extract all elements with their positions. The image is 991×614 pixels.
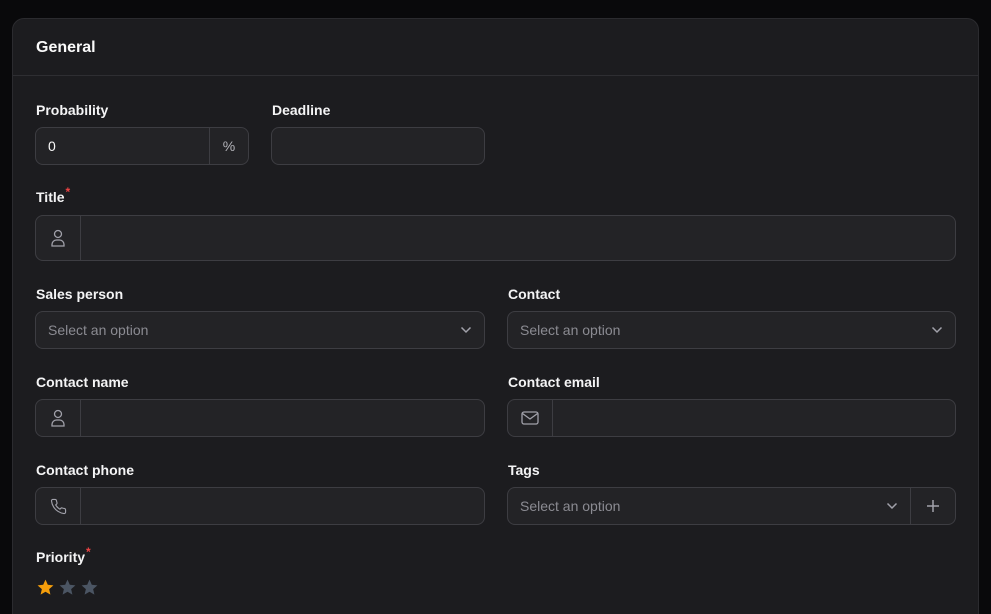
required-mark: * <box>65 185 71 199</box>
contact-select[interactable]: Select an option <box>507 311 956 349</box>
contact-email-field[interactable] <box>507 399 956 437</box>
required-mark: * <box>86 545 91 559</box>
priority-rating[interactable] <box>36 578 99 597</box>
section-title: General <box>36 39 96 56</box>
sales-person-select[interactable]: Select an option <box>35 311 485 349</box>
priority-label: Priority* <box>36 545 91 565</box>
title-label-text: Title <box>36 189 65 205</box>
star-icon[interactable] <box>36 578 55 597</box>
plus-icon <box>927 500 939 512</box>
deadline-label: Deadline <box>272 102 331 118</box>
title-field[interactable] <box>35 215 956 261</box>
contact-label: Contact <box>508 286 561 302</box>
user-icon <box>36 400 81 436</box>
deadline-field[interactable] <box>271 127 485 165</box>
chevron-down-icon[interactable] <box>874 488 910 524</box>
tags-label: Tags <box>508 462 540 478</box>
probability-label: Probability <box>36 102 109 118</box>
contact-phone-field[interactable] <box>35 487 485 525</box>
phone-icon <box>36 488 81 524</box>
contact-name-label: Contact name <box>36 374 129 390</box>
add-tag-button[interactable] <box>910 488 955 524</box>
probability-value[interactable]: 0 <box>36 138 209 154</box>
chevron-down-icon[interactable] <box>919 312 955 348</box>
card-header: General <box>13 19 978 76</box>
star-icon[interactable] <box>58 578 77 597</box>
tags-placeholder: Select an option <box>520 498 621 514</box>
user-icon <box>36 216 81 260</box>
title-label: Title* <box>36 185 70 205</box>
percent-suffix: % <box>209 128 248 164</box>
star-icon[interactable] <box>80 578 99 597</box>
tags-select[interactable]: Select an option <box>507 487 956 525</box>
chevron-down-icon[interactable] <box>448 312 484 348</box>
contact-placeholder: Select an option <box>520 322 621 338</box>
contact-phone-label: Contact phone <box>36 462 134 478</box>
mail-icon <box>508 400 553 436</box>
probability-field[interactable]: 0 % <box>35 127 249 165</box>
priority-label-text: Priority <box>36 549 86 565</box>
sales-person-placeholder: Select an option <box>48 322 149 338</box>
contact-name-field[interactable] <box>35 399 485 437</box>
sales-person-label: Sales person <box>36 286 124 302</box>
contact-email-label: Contact email <box>508 374 600 390</box>
